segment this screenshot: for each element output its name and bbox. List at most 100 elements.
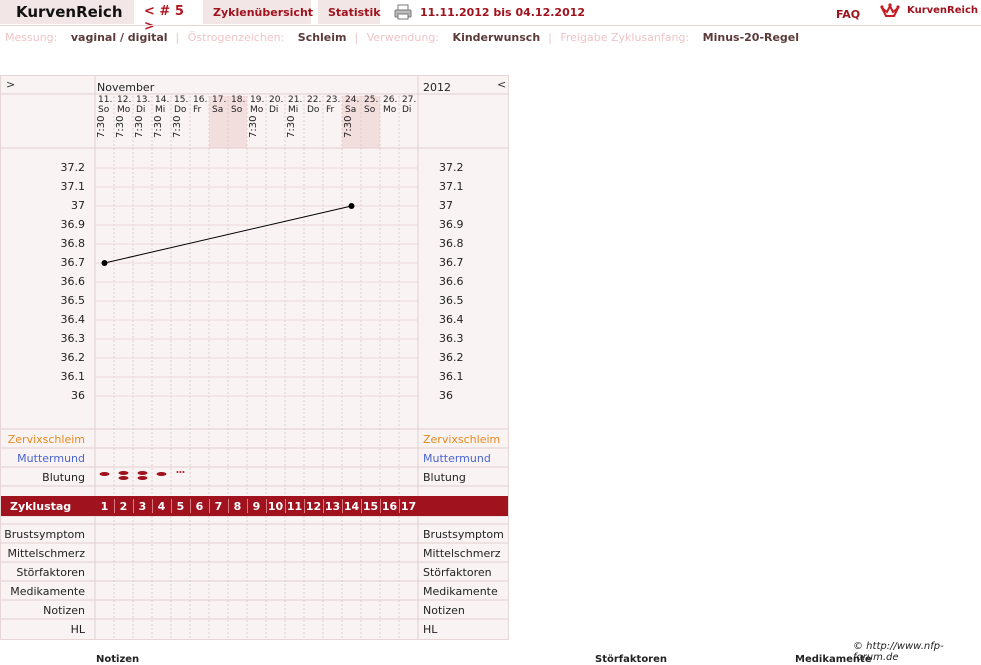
setting-label: Verwendung: (366, 31, 440, 44)
brand-title: KurvenReich (16, 3, 123, 21)
cycle-day-separator (114, 499, 115, 513)
temperature-tick-left: 36.7 (60, 256, 86, 269)
cycle-chart: > < November 2012 11. So 7:30 12. Mo 7:30 13. D… (0, 75, 509, 640)
temperature-tick-right: 36.8 (439, 237, 464, 250)
month-label: November (97, 81, 155, 94)
header-divider (0, 25, 981, 26)
tab-statistics[interactable]: Statistik (318, 0, 381, 24)
symptom-row-label: HL (70, 623, 85, 636)
cycle-day-separator (171, 499, 172, 513)
cycle-day-separator (285, 499, 286, 513)
row-label-cervix-mucus: Zervixschleim (7, 433, 85, 446)
cycle-settings: Messung: vaginal / digital | Östrogenzeic… (5, 31, 807, 44)
row-label-bleeding: Blutung (42, 471, 85, 484)
cycle-day-number: 6 (195, 500, 204, 513)
row-label-cervix-mucus-right: Zervixschleim (423, 433, 501, 446)
temperature-point[interactable] (348, 203, 355, 209)
temperature-tick-left: 36.4 (60, 313, 86, 326)
symptom-row-label: Brustsymptom (4, 528, 85, 541)
cycle-day-number: 5 (176, 500, 185, 513)
faq-link[interactable]: FAQ (836, 8, 860, 21)
day-weekday: Di (136, 105, 146, 115)
cycle-day-separator (266, 499, 267, 513)
temperature-point[interactable] (101, 260, 108, 266)
temperature-tick-right: 37.2 (439, 161, 464, 174)
symptom-row-label: Mittelschmerz (7, 547, 85, 560)
printer-icon[interactable] (394, 4, 412, 20)
temperature-tick-right: 37.1 (439, 180, 464, 193)
cycle-navigator[interactable]: < # 5 > (134, 0, 198, 34)
bleeding-marker (118, 476, 129, 480)
temperature-tick-left: 37.2 (60, 161, 86, 174)
cycle-number[interactable]: < # 5 > (144, 4, 198, 34)
temperature-tick-left: 36.3 (60, 332, 86, 345)
symptom-row-label-right: Brustsymptom (423, 528, 504, 541)
day-weekday: So (231, 105, 243, 115)
crown-logo-icon (880, 3, 900, 17)
setting-value: Minus-20-Regel (702, 31, 800, 44)
temperature-tick-left: 36.1 (60, 370, 86, 383)
day-date: 26. (383, 95, 398, 105)
next-cycle-arrow[interactable]: < (497, 78, 506, 91)
bleeding-marker (156, 472, 167, 476)
cycle-day-separator (342, 499, 343, 513)
measurement-time: 7:30 (115, 115, 126, 138)
cycle-day-number: 10 (267, 500, 284, 513)
bleeding-marker (137, 471, 148, 475)
cycle-day-separator (323, 499, 324, 513)
spotting-marker (179, 471, 182, 473)
day-weekday: Mi (288, 105, 299, 115)
cycle-day-number: 7 (214, 500, 223, 513)
row-label-bleeding-right: Blutung (423, 471, 466, 484)
brand-tab[interactable]: KurvenReich (0, 0, 134, 24)
cycle-day-separator (304, 499, 305, 513)
cycle-day-separator (152, 499, 153, 513)
cycle-day-label: Zyklustag (10, 500, 72, 513)
cycle-day-separator (399, 499, 400, 513)
measurement-time: 7:30 (172, 115, 183, 138)
day-weekday: Do (174, 105, 187, 115)
temperature-tick-right: 36.5 (439, 294, 464, 307)
cycle-day-number: 8 (233, 500, 242, 513)
setting-value: vaginal / digital (70, 31, 168, 44)
previous-cycle-arrow[interactable]: > (6, 78, 15, 91)
measurement-time: 7:30 (343, 115, 354, 138)
medication-heading: Medikamente (795, 654, 872, 665)
temperature-tick-left: 37.1 (60, 180, 86, 193)
setting-value: Kinderwunsch (452, 31, 541, 44)
measurement-time: 7:30 (286, 115, 297, 138)
day-date: 11. (98, 95, 113, 105)
symptom-row-label: Notizen (43, 604, 85, 617)
setting-label: Freigabe Zyklusanfang: (560, 31, 690, 44)
day-date: 25. (364, 95, 379, 105)
day-date: 14. (155, 95, 170, 105)
cycle-day-number: 17 (400, 500, 417, 513)
symptom-row-label: Störfaktoren (16, 566, 85, 579)
tab-statistics-label: Statistik (328, 6, 381, 19)
temperature-line (104, 205, 352, 264)
cycle-day-separator (228, 499, 229, 513)
day-weekday: So (98, 105, 110, 115)
copyright: © http://www.nfp-forum.de (853, 641, 944, 663)
temperature-tick-left: 36.2 (60, 351, 86, 364)
day-weekday: Mo (383, 105, 397, 115)
temperature-tick-left: 36.9 (60, 218, 86, 231)
separator: | (175, 31, 180, 44)
row-label-cervix: Muttermund (17, 452, 85, 465)
day-date: 12. (117, 95, 132, 105)
cycle-day-separator (380, 499, 381, 513)
cycle-day-separator (247, 499, 248, 513)
bleeding-marker (137, 476, 148, 480)
symptom-row-label-right: Störfaktoren (423, 566, 492, 579)
temperature-tick-right: 36.1 (439, 370, 464, 383)
day-date: 13. (136, 95, 151, 105)
day-date: 22. (307, 95, 322, 105)
row-label-cervix-right: Muttermund (423, 452, 491, 465)
temperature-tick-right: 36.4 (439, 313, 464, 326)
bleeding-marker (99, 472, 110, 476)
notes-heading: Notizen (96, 654, 140, 665)
top-bar: KurvenReich < # 5 > Zyklenübersicht Stat… (0, 0, 981, 34)
tab-cycle-overview[interactable]: Zyklenübersicht (203, 0, 313, 24)
cycle-day-number: 1 (100, 500, 109, 513)
cycle-day-separator (361, 499, 362, 513)
